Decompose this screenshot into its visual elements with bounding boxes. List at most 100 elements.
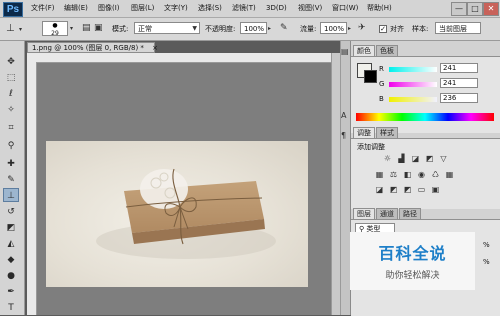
tab-styles[interactable]: 样式	[376, 127, 398, 138]
add-adjustment-title: 添加调整	[357, 143, 385, 151]
sample-select[interactable]: 当前图层	[435, 22, 481, 34]
tab-color[interactable]: 颜色	[353, 45, 375, 56]
red-value-field[interactable]: 241	[440, 63, 478, 73]
type-tool-icon[interactable]: T	[3, 301, 19, 315]
watermark-subtitle: 助你轻松解决	[385, 271, 440, 281]
green-label: G	[379, 80, 385, 88]
history-panel-icon[interactable]: ▤	[341, 47, 349, 57]
dodge-tool-icon[interactable]: ●	[3, 269, 19, 283]
adjustments-panel: 添加调整 ☼ ▟ ◪ ◩ ▽ ▦ ⚖ ◧ ◉ ♺ ▦ ◪ ◩ ◩ ▭ ▣	[351, 138, 500, 209]
levels-icon[interactable]: ▟	[397, 154, 406, 163]
paragraph-panel-icon[interactable]: ¶	[341, 131, 346, 141]
invert-icon[interactable]: ◪	[375, 185, 384, 194]
menu-edit[interactable]: 编辑(E)	[64, 4, 88, 13]
tab-layers[interactable]: 图层	[353, 208, 375, 219]
align-label: 对齐	[390, 25, 404, 33]
close-window-button[interactable]: ✕	[483, 2, 499, 16]
color-lookup-icon[interactable]: ▦	[445, 170, 454, 179]
gradient-map-icon[interactable]: ▭	[417, 185, 426, 194]
green-slider[interactable]	[389, 82, 437, 87]
eraser-tool-icon[interactable]: ◩	[3, 221, 19, 235]
clone-stamp-tool-icon[interactable]: ⊥	[6, 24, 15, 34]
brush-tool-icon[interactable]: ✎	[3, 173, 19, 187]
menu-layer[interactable]: 图层(L)	[131, 4, 154, 13]
move-tool-icon[interactable]: ✥	[3, 55, 19, 69]
photoshop-logo: Ps	[3, 2, 23, 17]
crop-tool-icon[interactable]: ⌗	[3, 121, 19, 135]
minimize-button[interactable]: —	[451, 2, 467, 16]
menu-image[interactable]: 图像(I)	[98, 4, 120, 13]
brush-preset-picker[interactable]: ● 29	[42, 21, 68, 36]
red-slider[interactable]	[389, 67, 437, 72]
align-checkbox[interactable]: ✓	[379, 25, 387, 33]
vertical-scrollbar[interactable]	[331, 53, 340, 315]
menu-filter[interactable]: 滤镜(T)	[232, 4, 256, 13]
blur-tool-icon[interactable]: ◆	[3, 253, 19, 267]
options-bar: ⊥ ▾ ● 29 ▾ ▤ ▣ 模式: 正常 ▼ 不透明度: 100% ▸ ✎ 流…	[0, 18, 500, 41]
paint-bucket-tool-icon[interactable]: ◭	[3, 237, 19, 251]
menu-select[interactable]: 选择(S)	[198, 4, 222, 13]
airbrush-icon[interactable]: ✈	[358, 23, 366, 33]
mode-value: 正常	[138, 25, 152, 33]
character-panel-icon[interactable]: A	[341, 111, 346, 121]
color-spectrum-bar[interactable]	[356, 113, 494, 121]
document-image[interactable]	[46, 141, 308, 287]
sample-label: 样本:	[412, 25, 429, 33]
opacity-field[interactable]: 100%	[240, 22, 267, 34]
brightness-icon[interactable]: ☼	[383, 154, 392, 163]
black-white-icon[interactable]: ◧	[403, 170, 412, 179]
chevron-down-icon[interactable]: ▾	[70, 24, 73, 34]
tab-paths[interactable]: 路径	[399, 208, 421, 219]
marquee-tool-icon[interactable]: ⬚	[3, 71, 19, 85]
brush-panel-icon[interactable]: ▤	[82, 23, 91, 33]
tab-channels[interactable]: 通道	[376, 208, 398, 219]
gift-box-photo	[96, 168, 276, 259]
vibrance-icon[interactable]: ▽	[439, 154, 448, 163]
chevron-right-icon[interactable]: ▸	[348, 24, 351, 34]
mode-label: 模式:	[112, 25, 129, 33]
healing-brush-tool-icon[interactable]: ✚	[3, 157, 19, 171]
selective-color-icon[interactable]: ▣	[431, 185, 440, 194]
maximize-button[interactable]: □	[467, 2, 483, 16]
channel-mixer-icon[interactable]: ♺	[431, 170, 440, 179]
history-brush-tool-icon[interactable]: ↺	[3, 205, 19, 219]
photo-filter-icon[interactable]: ◉	[417, 170, 426, 179]
chevron-right-icon[interactable]: ▸	[268, 24, 271, 34]
green-value-field[interactable]: 241	[440, 78, 478, 88]
threshold-icon[interactable]: ◩	[403, 185, 412, 194]
menu-3d[interactable]: 3D(D)	[266, 4, 287, 13]
pressure-opacity-icon[interactable]: ✎	[280, 23, 288, 33]
menu-help[interactable]: 帮助(H)	[367, 4, 392, 13]
red-label: R	[379, 65, 384, 73]
exposure-icon[interactable]: ◩	[425, 154, 434, 163]
tab-swatches[interactable]: 色板	[376, 45, 398, 56]
color-balance-icon[interactable]: ⚖	[389, 170, 398, 179]
posterize-icon[interactable]: ◩	[389, 185, 398, 194]
clone-source-icon[interactable]: ▣	[94, 23, 103, 33]
eyedropper-tool-icon[interactable]: ⚲	[3, 139, 19, 153]
background-color-swatch[interactable]	[364, 70, 377, 83]
chevron-down-icon[interactable]: ▾	[19, 25, 22, 35]
blue-value-field[interactable]: 236	[440, 93, 478, 103]
close-tab-icon[interactable]: ×	[152, 44, 158, 52]
document-tab[interactable]: 1.png @ 100% (图层 0, RGB/8) * ×	[27, 42, 158, 53]
hue-saturation-icon[interactable]: ▦	[375, 170, 384, 179]
quick-selection-tool-icon[interactable]: ✧	[3, 103, 19, 117]
tools-panel: ✥ ⬚ ℓ ✧ ⌗ ⚲ ✚ ✎ ⊥ ↺ ◩ ◭ ◆ ● ✒ T	[0, 41, 25, 315]
watermark-title: 百科全说	[378, 244, 447, 263]
tab-adjustments[interactable]: 调整	[353, 127, 375, 138]
mode-select[interactable]: 正常 ▼	[134, 22, 200, 34]
pen-tool-icon[interactable]: ✒	[3, 285, 19, 299]
fill-percent: %	[483, 258, 490, 266]
menu-bar: Ps 文件(F) 编辑(E) 图像(I) 图层(L) 文字(Y) 选择(S) 滤…	[0, 0, 500, 18]
menu-view[interactable]: 视图(V)	[298, 4, 322, 13]
flow-field[interactable]: 100%	[320, 22, 347, 34]
lasso-tool-icon[interactable]: ℓ	[3, 87, 19, 101]
clone-stamp-tool-icon[interactable]: ⊥	[3, 188, 19, 202]
blue-slider[interactable]	[389, 97, 437, 102]
menu-type[interactable]: 文字(Y)	[164, 4, 188, 13]
menu-file[interactable]: 文件(F)	[31, 4, 55, 13]
curves-icon[interactable]: ◪	[411, 154, 420, 163]
menu-window[interactable]: 窗口(W)	[332, 4, 358, 13]
blue-label: B	[379, 95, 384, 103]
